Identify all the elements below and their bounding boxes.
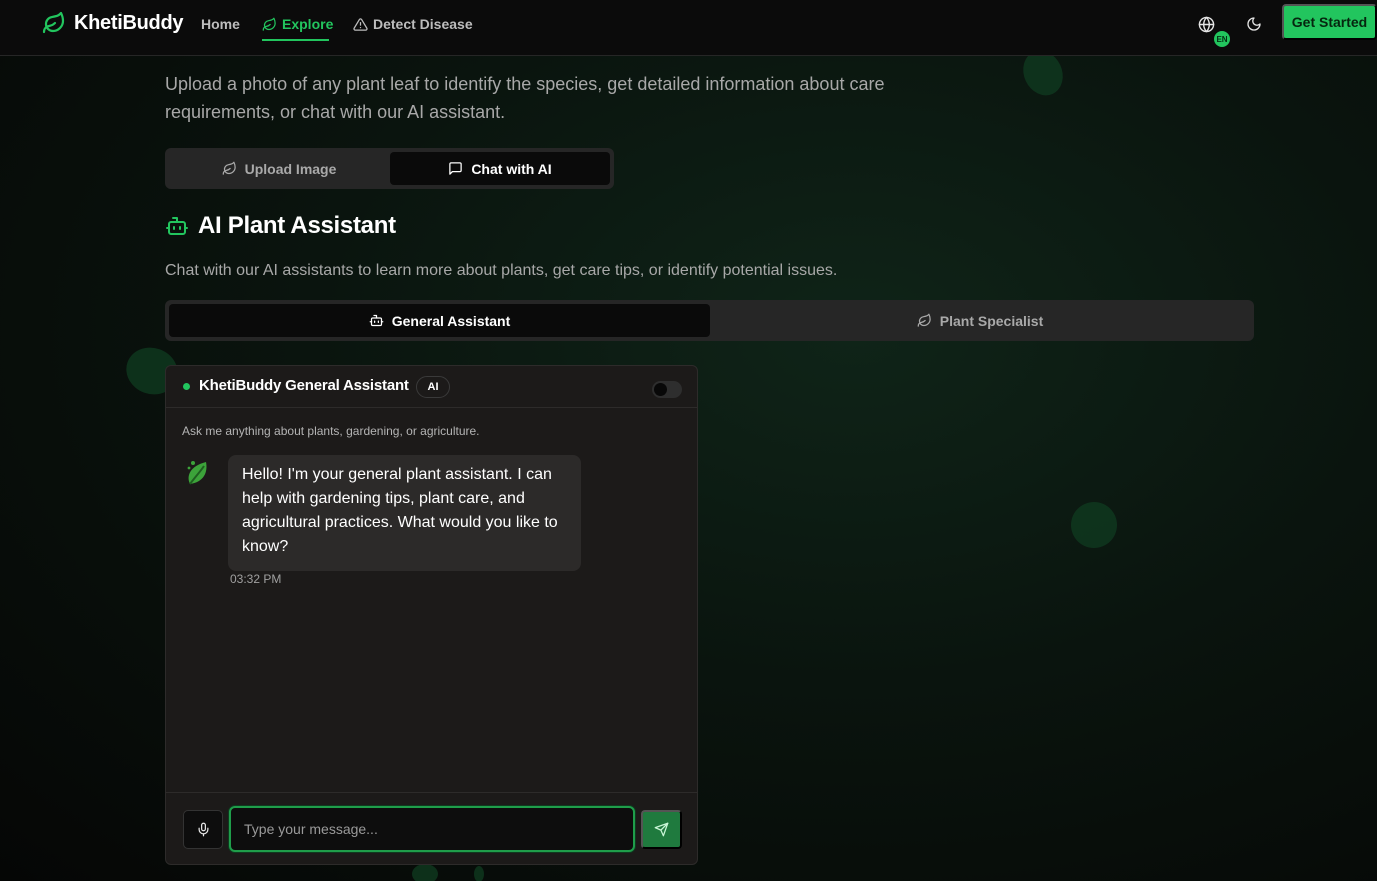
assistant-tabs: General Assistant Plant Specialist xyxy=(165,300,1254,341)
get-started-button[interactable]: Get Started xyxy=(1282,4,1377,40)
intro-text: Upload a photo of any plant leaf to iden… xyxy=(165,74,885,122)
microphone-icon xyxy=(198,822,208,837)
send-icon xyxy=(654,822,669,837)
mode-tabs: Upload Image Chat with AI xyxy=(165,148,614,189)
tab-upload-image[interactable]: Upload Image xyxy=(169,152,389,185)
leaf-icon xyxy=(262,17,276,31)
tab-label: Plant Specialist xyxy=(939,312,1044,329)
leaf-logo-icon xyxy=(42,11,65,34)
nav-link-label: Detect Disease xyxy=(373,16,473,32)
chat-composer xyxy=(166,792,697,864)
assistant-message: Hello! I'm your general plant assistant.… xyxy=(228,455,581,571)
nav-link-label: Explore xyxy=(282,16,334,32)
tab-label: Chat with AI xyxy=(471,160,552,177)
bot-icon xyxy=(369,314,384,327)
language-badge: EN xyxy=(1214,31,1230,47)
nav-link-label: Home xyxy=(201,16,240,32)
page-title: AI Plant Assistant xyxy=(198,212,396,239)
warning-triangle-icon xyxy=(353,17,368,31)
leaf-icon xyxy=(222,161,236,175)
toggle-knob xyxy=(654,383,667,396)
voice-input-button[interactable] xyxy=(183,810,223,849)
tab-chat-with-ai[interactable]: Chat with AI xyxy=(390,152,610,185)
language-selector-button[interactable] xyxy=(1194,12,1218,36)
globe-icon xyxy=(1198,16,1214,32)
ai-badge: AI xyxy=(416,376,450,398)
send-message-button[interactable] xyxy=(641,810,682,849)
message-square-icon xyxy=(449,162,463,175)
decorative-leaf-blob xyxy=(412,864,438,881)
chat-title: KhetiBuddy General Assistant xyxy=(199,377,409,394)
active-nav-indicator xyxy=(262,39,329,41)
chat-panel: KhetiBuddy General Assistant AI Ask me a… xyxy=(165,365,698,865)
nav-link-explore[interactable]: Explore xyxy=(262,14,333,34)
chat-settings-toggle[interactable] xyxy=(652,381,682,398)
brand-logo[interactable]: KhetiBuddy xyxy=(42,11,184,35)
moon-icon xyxy=(1247,17,1261,31)
chat-header: KhetiBuddy General Assistant AI xyxy=(166,366,697,408)
tab-label: Upload Image xyxy=(244,160,337,177)
decorative-leaf-blob xyxy=(474,866,484,881)
tab-plant-specialist[interactable]: Plant Specialist xyxy=(710,304,1250,337)
message-input[interactable] xyxy=(229,806,635,852)
bot-icon xyxy=(166,217,188,235)
brand-name: KhetiBuddy xyxy=(74,11,184,34)
online-status-dot xyxy=(183,383,190,390)
nav-link-home[interactable]: Home xyxy=(201,14,240,34)
section-heading: AI Plant Assistant xyxy=(165,212,396,240)
leaf-avatar-icon xyxy=(187,461,207,485)
section-description: Chat with our AI assistants to learn mor… xyxy=(165,262,838,279)
decorative-leaf-blob xyxy=(1061,492,1127,558)
message-timestamp: 03:32 PM xyxy=(230,572,282,586)
leaf-icon xyxy=(917,313,931,327)
nav-link-detect-disease[interactable]: Detect Disease xyxy=(353,14,473,34)
chat-hint: Ask me anything about plants, gardening,… xyxy=(182,424,480,438)
assistant-avatar xyxy=(184,456,214,488)
tab-general-assistant[interactable]: General Assistant xyxy=(169,304,710,337)
tab-label: General Assistant xyxy=(391,312,511,329)
theme-toggle-button[interactable] xyxy=(1242,12,1266,36)
top-navbar: KhetiBuddy Home Explore Detect Disease E… xyxy=(0,0,1377,56)
